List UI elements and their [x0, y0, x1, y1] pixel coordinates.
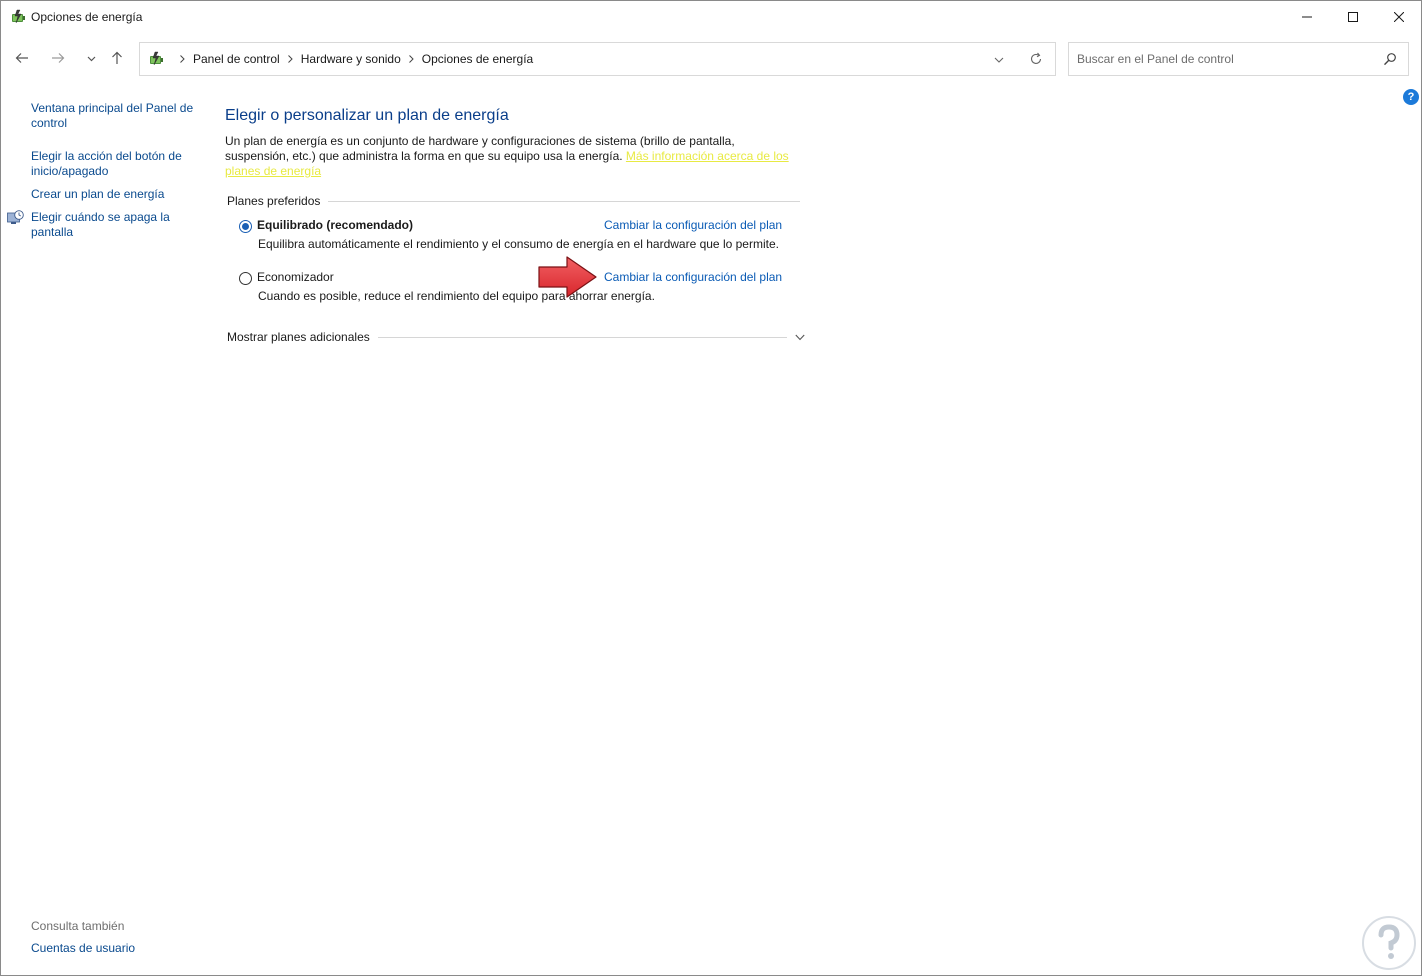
maximize-button[interactable]: [1330, 1, 1376, 33]
recent-locations-button[interactable]: [80, 47, 102, 69]
red-arrow-annotation-icon: [538, 256, 597, 298]
back-button[interactable]: [11, 47, 33, 69]
breadcrumb-separator-icon[interactable]: [408, 55, 415, 63]
plan-power-saver-radio[interactable]: [239, 272, 252, 285]
arrow-up-icon: [112, 51, 122, 64]
title-bar: Opciones de energía: [1, 1, 1421, 33]
close-button[interactable]: [1376, 1, 1422, 33]
watermark-logo-icon: [1362, 916, 1416, 970]
see-also-heading: Consulta también: [31, 919, 125, 933]
breadcrumb-panel-de-control[interactable]: Panel de control: [193, 52, 280, 66]
breadcrumb-separator-icon[interactable]: [287, 55, 294, 63]
navigation-bar: Panel de control Hardware y sonido Opcio…: [1, 39, 1421, 77]
arrow-left-icon: [15, 53, 28, 63]
preferred-plans-label: Planes preferidos: [227, 194, 321, 208]
maximize-icon: [1348, 12, 1358, 22]
sidebar-link-control-panel-home[interactable]: Ventana principal del Panel de control: [31, 101, 201, 131]
breadcrumb-opciones-de-energia[interactable]: Opciones de energía: [422, 52, 533, 66]
search-box: [1068, 42, 1409, 76]
breadcrumb: Panel de control Hardware y sonido Opcio…: [172, 43, 533, 75]
plan-power-saver-name[interactable]: Economizador: [257, 270, 334, 284]
show-additional-plans[interactable]: Mostrar planes adicionales: [227, 329, 805, 345]
display-off-clock-icon: [7, 210, 24, 224]
divider: [328, 200, 800, 202]
minimize-button[interactable]: [1284, 1, 1330, 33]
up-button[interactable]: [106, 47, 128, 69]
window-title: Opciones de energía: [31, 10, 143, 24]
sidebar-link-power-button-action[interactable]: Elegir la acción del botón de inicio/apa…: [31, 149, 201, 179]
intro-paragraph: Un plan de energía es un conjunto de har…: [225, 134, 800, 179]
sidebar-link-display-off[interactable]: Elegir cuándo se apaga la pantalla: [31, 210, 201, 240]
page-title: Elegir o personalizar un plan de energía: [225, 107, 509, 124]
search-icon[interactable]: [1383, 52, 1397, 66]
preferred-plans-header: Planes preferidos: [227, 193, 800, 209]
breadcrumb-hardware-y-sonido[interactable]: Hardware y sonido: [301, 52, 401, 66]
address-bar[interactable]: Panel de control Hardware y sonido Opcio…: [139, 42, 1056, 76]
breadcrumb-separator-icon[interactable]: [179, 55, 186, 63]
plan-balanced-description: Equilibra automáticamente el rendimiento…: [258, 237, 779, 251]
control-panel-window: Opciones de energía Panel de control Har…: [0, 0, 1422, 976]
help-icon[interactable]: ?: [1403, 89, 1419, 105]
close-icon: [1394, 12, 1404, 22]
search-input[interactable]: [1069, 43, 1369, 75]
minimize-icon: [1302, 16, 1312, 18]
refresh-icon[interactable]: [1029, 52, 1043, 66]
power-options-icon: [150, 51, 163, 66]
chevron-down-icon: [87, 56, 95, 61]
plan-balanced-name[interactable]: Equilibrado (recomendado): [257, 218, 413, 232]
plan-balanced-radio[interactable]: [239, 220, 252, 233]
plan-power-saver-change-link[interactable]: Cambiar la configuración del plan: [604, 270, 782, 284]
show-additional-plans-label: Mostrar planes adicionales: [227, 330, 370, 344]
arrow-right-icon: [52, 53, 65, 63]
address-history-chevron-icon[interactable]: [992, 53, 1006, 67]
divider: [377, 336, 787, 338]
forward-button[interactable]: [47, 47, 69, 69]
chevron-down-icon[interactable]: [795, 334, 805, 341]
sidebar-link-user-accounts[interactable]: Cuentas de usuario: [31, 941, 201, 956]
power-options-icon: [12, 9, 25, 24]
plan-balanced-change-link[interactable]: Cambiar la configuración del plan: [604, 218, 782, 232]
sidebar: Ventana principal del Panel de control E…: [1, 77, 211, 976]
sidebar-link-create-power-plan[interactable]: Crear un plan de energía: [31, 187, 201, 202]
